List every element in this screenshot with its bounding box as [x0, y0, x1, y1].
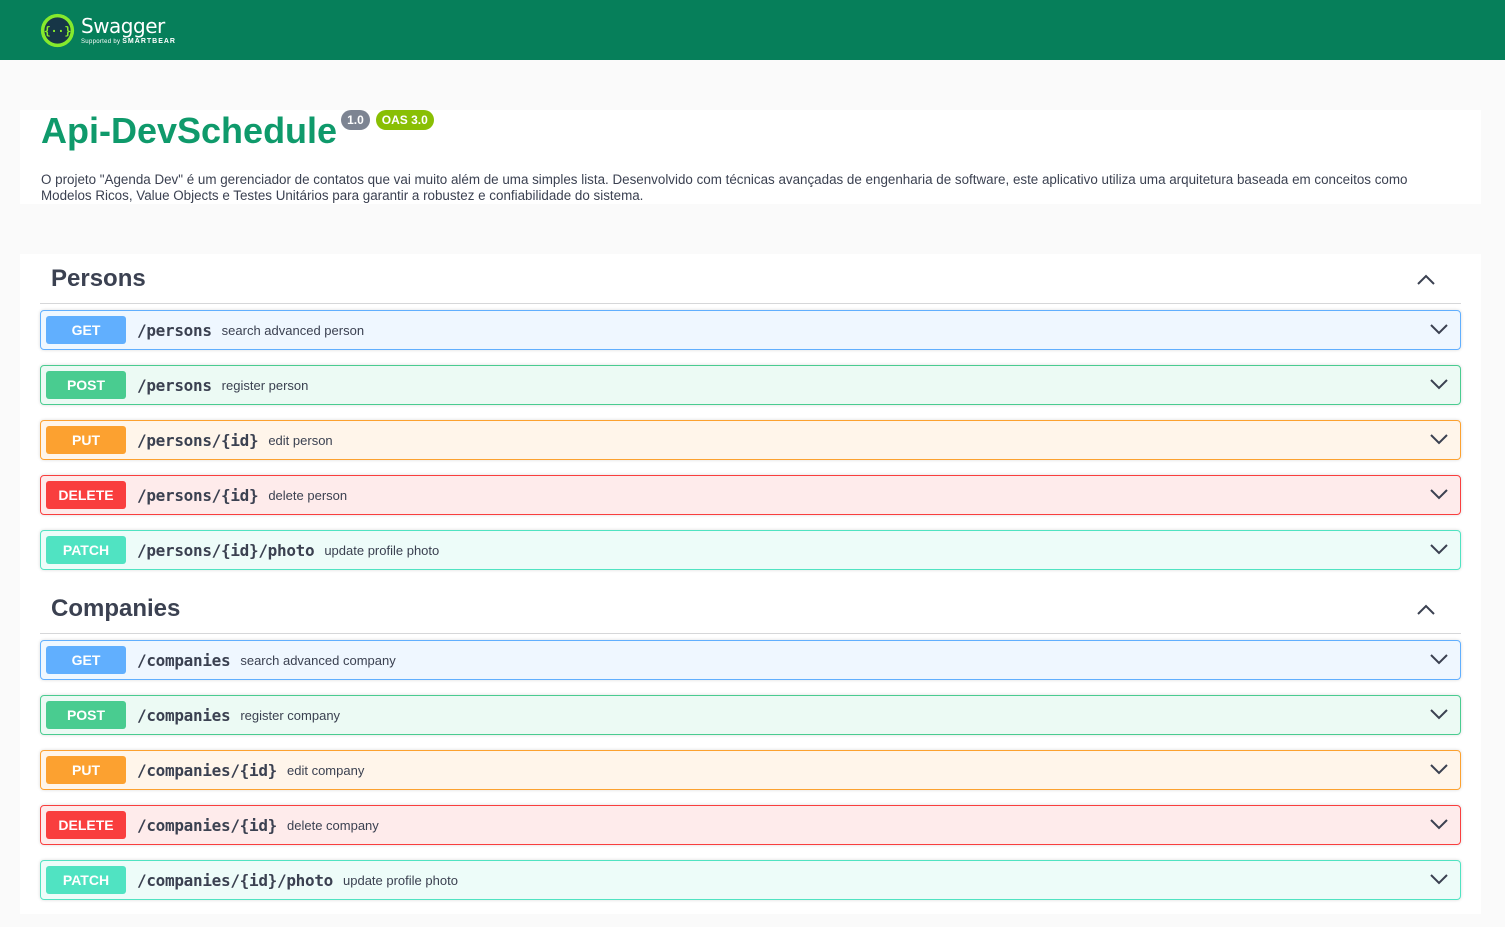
operation-summary: delete person: [268, 487, 348, 503]
chevron-down-icon[interactable]: [1430, 818, 1448, 830]
operation-path: /companies: [137, 705, 231, 725]
chevron-down-icon[interactable]: [1430, 433, 1448, 445]
operation-summary: update profile photo: [343, 872, 458, 888]
operation-path: /companies/{id}/photo: [137, 870, 333, 890]
operation-path: /companies/{id}: [137, 815, 277, 835]
method-badge: GET: [46, 316, 126, 344]
operation-delete-persons-id[interactable]: DELETE /persons/{id} delete person: [40, 475, 1461, 515]
chevron-up-icon[interactable]: [1417, 273, 1435, 285]
version-badge: 1.0: [341, 110, 370, 130]
section-header-companies[interactable]: Companies: [40, 584, 1461, 634]
operation-delete-companies-id[interactable]: DELETE /companies/{id} delete company: [40, 805, 1461, 845]
logo-name: Swagger: [81, 13, 165, 38]
method-badge: POST: [46, 371, 126, 399]
operation-get-persons[interactable]: GET /persons search advanced person: [40, 310, 1461, 350]
method-badge: POST: [46, 701, 126, 729]
section-title: Persons: [51, 264, 146, 292]
logo-text: Swagger Supported by SMARTBEAR: [81, 16, 176, 45]
operation-path: /persons/{id}: [137, 430, 259, 450]
method-badge: DELETE: [46, 811, 126, 839]
operation-path: /persons/{id}/photo: [137, 540, 315, 560]
operation-summary: edit company: [287, 762, 365, 778]
swagger-logo-link[interactable]: {··} Swagger Supported by SMARTBEAR: [40, 13, 176, 48]
method-badge: PUT: [46, 426, 126, 454]
operation-summary: search advanced company: [240, 652, 396, 668]
operation-put-companies-id[interactable]: PUT /companies/{id} edit company: [40, 750, 1461, 790]
operation-path: /persons: [137, 375, 212, 395]
operation-path: /persons/{id}: [137, 485, 259, 505]
api-info: Api-DevSchedule 1.0 OAS 3.0 O projeto "A…: [20, 110, 1481, 204]
method-badge: PATCH: [46, 536, 126, 564]
section-persons: Persons GET /persons search advanced per…: [20, 254, 1481, 584]
chevron-down-icon[interactable]: [1430, 378, 1448, 390]
section-title: Companies: [51, 594, 181, 622]
operation-summary: register company: [240, 707, 341, 723]
topbar: {··} Swagger Supported by SMARTBEAR: [0, 0, 1505, 60]
chevron-down-icon[interactable]: [1430, 708, 1448, 720]
method-badge: PATCH: [46, 866, 126, 894]
operation-summary: edit person: [268, 432, 333, 448]
title-row: Api-DevSchedule 1.0 OAS 3.0: [41, 110, 1460, 160]
operation-summary: delete company: [287, 817, 379, 833]
logo-subtitle: Supported by SMARTBEAR: [81, 37, 176, 45]
method-badge: DELETE: [46, 481, 126, 509]
operation-post-persons[interactable]: POST /persons register person: [40, 365, 1461, 405]
chevron-down-icon[interactable]: [1430, 873, 1448, 885]
swagger-logo-icon: {··}: [40, 13, 75, 47]
operation-summary: register person: [221, 377, 309, 393]
page-title: Api-DevSchedule: [41, 110, 338, 151]
operation-path: /companies: [137, 650, 231, 670]
chevron-down-icon[interactable]: [1430, 323, 1448, 335]
operation-patch-persons-photo[interactable]: PATCH /persons/{id}/photo update profile…: [40, 530, 1461, 570]
operation-patch-companies-photo[interactable]: PATCH /companies/{id}/photo update profi…: [40, 860, 1461, 900]
svg-text:{··}: {··}: [44, 23, 71, 37]
chevron-up-icon[interactable]: [1417, 603, 1435, 615]
api-description: O projeto "Agenda Dev" é um gerenciador …: [41, 172, 1408, 203]
chevron-down-icon[interactable]: [1430, 763, 1448, 775]
operation-summary: search advanced person: [221, 322, 365, 338]
operation-summary: update profile photo: [324, 542, 440, 558]
operation-path: /persons: [137, 320, 212, 340]
chevron-down-icon[interactable]: [1430, 543, 1448, 555]
oas-badge: OAS 3.0: [375, 110, 434, 130]
operation-post-companies[interactable]: POST /companies register company: [40, 695, 1461, 735]
operation-get-companies[interactable]: GET /companies search advanced company: [40, 640, 1461, 680]
operation-put-persons-id[interactable]: PUT /persons/{id} edit person: [40, 420, 1461, 460]
section-header-persons[interactable]: Persons: [40, 254, 1461, 304]
method-badge: GET: [46, 646, 126, 674]
method-badge: PUT: [46, 756, 126, 784]
chevron-down-icon[interactable]: [1430, 488, 1448, 500]
operation-path: /companies/{id}: [137, 760, 277, 780]
chevron-down-icon[interactable]: [1430, 653, 1448, 665]
section-companies: Companies GET /companies search advanced…: [20, 584, 1481, 914]
